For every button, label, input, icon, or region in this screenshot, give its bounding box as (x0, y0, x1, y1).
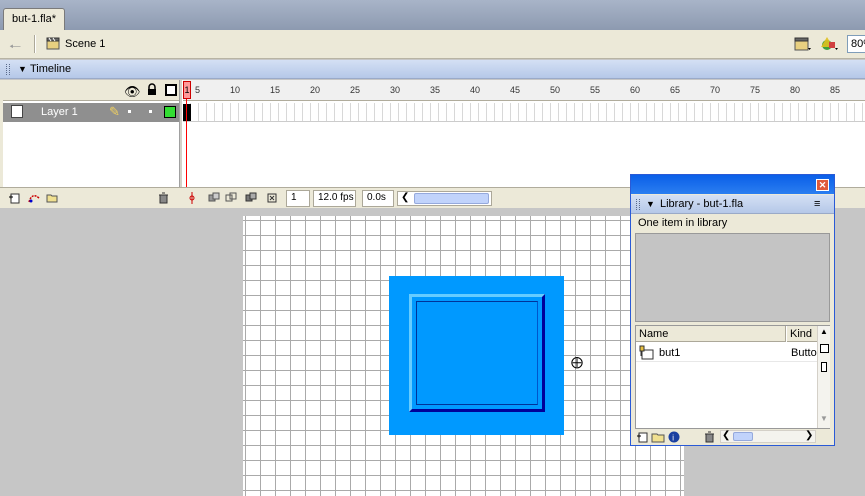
elapsed-time-field: 0.0s (362, 190, 394, 207)
item-name[interactable]: but1 (659, 347, 680, 359)
onion-skin-outlines-icon[interactable] (225, 192, 237, 204)
column-header-kind[interactable]: Kind (787, 326, 818, 342)
edit-symbols-icon[interactable] (794, 36, 812, 52)
insert-layer-icon[interactable] (8, 192, 20, 204)
timeline-horizontal-scrollbar[interactable]: ❮ (397, 191, 492, 206)
item-kind: Button (791, 347, 817, 359)
library-footer: i ❮ ❯ (635, 430, 830, 444)
layer-row[interactable]: Layer 1 ✎ (3, 103, 179, 122)
edit-bar: 🠐 Scene 1 80% (0, 30, 865, 59)
library-panel-header[interactable]: ▼ Library - but-1.fla ≡ (631, 195, 834, 214)
delete-trash-icon[interactable] (703, 431, 715, 443)
center-frame-icon[interactable] (186, 192, 198, 204)
new-symbol-icon[interactable] (636, 431, 648, 443)
lock-dot[interactable] (149, 110, 152, 113)
library-panel: ✕ ▼ Library - but-1.fla ≡ One item in li… (630, 174, 835, 446)
keyframe-cell[interactable] (183, 104, 191, 121)
close-icon[interactable]: ✕ (816, 179, 829, 191)
current-frame-field: 1 (286, 190, 310, 207)
frame-rate-field[interactable]: 12.0 fps (313, 190, 356, 207)
ruler-tick-label: 25 (350, 85, 361, 95)
ruler-tick-label: 50 (550, 85, 561, 95)
delete-layer-trash-icon[interactable] (157, 192, 169, 204)
onion-skin-icon[interactable] (208, 192, 220, 204)
modify-onion-markers-icon[interactable] (266, 192, 278, 204)
layer-list-header: 👁 (3, 80, 179, 101)
timeline-title: Timeline (30, 63, 72, 75)
ruler-tick-label: 40 (470, 85, 481, 95)
library-horizontal-scrollbar[interactable]: ❮ ❯ (720, 430, 816, 443)
timeline-panel-header[interactable]: ▼ Timeline (0, 60, 865, 79)
new-folder-icon[interactable] (651, 431, 665, 443)
ruler-tick-label: 70 (710, 85, 721, 95)
toolbar-separator (34, 35, 36, 53)
ruler-tick-label: 60 (630, 85, 641, 95)
library-preview-pane (635, 233, 830, 322)
scroll-up-arrow-icon[interactable]: ▲ (820, 327, 828, 336)
library-window-titlebar[interactable]: ✕ (631, 175, 834, 194)
scroll-thumb[interactable] (414, 193, 489, 204)
outline-color-swatch[interactable] (164, 106, 176, 118)
scroll-left-arrow-icon[interactable]: ❮ (722, 430, 730, 441)
ruler-tick-label: 20 (310, 85, 321, 95)
panel-grip-handle[interactable] (6, 64, 10, 75)
button-symbol-bevel[interactable] (409, 294, 545, 412)
collapse-triangle-icon[interactable]: ▼ (646, 199, 655, 209)
registration-point-icon: ⨁ (571, 355, 583, 369)
scene-clapper-icon (46, 37, 60, 50)
visibility-dot[interactable] (128, 110, 131, 113)
zoom-input[interactable]: 80% (847, 35, 865, 53)
scroll-left-arrow-icon[interactable]: ❮ (401, 192, 409, 203)
panel-grip-handle[interactable] (636, 199, 640, 210)
pencil-icon: ✎ (109, 104, 120, 119)
layer-name[interactable]: Layer 1 (41, 106, 78, 118)
document-tab-bar: but-1.fla* (0, 0, 865, 30)
frame-ruler[interactable]: 5 10 15 20 25 30 35 40 45 50 55 60 65 70… (183, 80, 865, 101)
library-title: Library - but-1.fla (660, 198, 744, 210)
ruler-tick-label: 30 (390, 85, 401, 95)
playhead[interactable]: 1 (183, 81, 191, 99)
ruler-tick-label: 15 (270, 85, 281, 95)
ruler-tick-label: 65 (670, 85, 681, 95)
layer-page-icon (11, 105, 23, 118)
ruler-tick-label: 45 (510, 85, 521, 95)
scene-label[interactable]: Scene 1 (65, 38, 105, 50)
panel-options-menu-icon[interactable]: ≡ (814, 198, 820, 210)
new-symbol-square-icon[interactable] (820, 344, 829, 353)
scroll-down-arrow-icon[interactable]: ▼ (820, 414, 828, 423)
back-arrow-icon[interactable]: 🠐 (9, 36, 21, 60)
insert-folder-icon[interactable] (46, 192, 58, 204)
add-motion-guide-icon[interactable] (28, 192, 40, 204)
properties-info-icon[interactable]: i (668, 431, 680, 443)
outline-square-icon[interactable] (165, 84, 177, 96)
lock-icon[interactable] (147, 83, 157, 96)
ruler-tick-label: 5 (195, 85, 201, 95)
ruler-tick-label: 80 (790, 85, 801, 95)
ruler-tick-label: 35 (430, 85, 441, 95)
narrow-view-icon[interactable] (821, 362, 827, 372)
ruler-tick-label: 85 (830, 85, 841, 95)
library-vertical-scrollbar[interactable]: ▲ ▼ (817, 326, 830, 428)
svg-text:i: i (672, 434, 674, 443)
ruler-tick-label: 55 (590, 85, 601, 95)
button-symbol-face (416, 301, 538, 405)
button-symbol-icon (639, 345, 654, 360)
scroll-right-arrow-icon[interactable]: ❯ (805, 430, 813, 441)
ruler-tick-label: 10 (230, 85, 241, 95)
column-header-name[interactable]: Name (636, 326, 786, 342)
edit-multiple-frames-icon[interactable] (245, 192, 257, 204)
layer-frame-row[interactable] (183, 103, 865, 122)
ruler-tick-label: 75 (750, 85, 761, 95)
show-hide-eye-icon[interactable]: 👁 (124, 84, 141, 100)
scroll-thumb[interactable] (733, 432, 753, 441)
collapse-triangle-icon[interactable]: ▼ (18, 64, 27, 74)
document-tab[interactable]: but-1.fla* (3, 8, 66, 30)
edit-objects-icon[interactable] (821, 36, 839, 52)
library-item-count: One item in library (638, 217, 728, 229)
library-item-row[interactable]: but1 Button (636, 344, 817, 362)
library-item-list[interactable]: Name Kind ▲ ▼ but1 Button (635, 325, 830, 429)
